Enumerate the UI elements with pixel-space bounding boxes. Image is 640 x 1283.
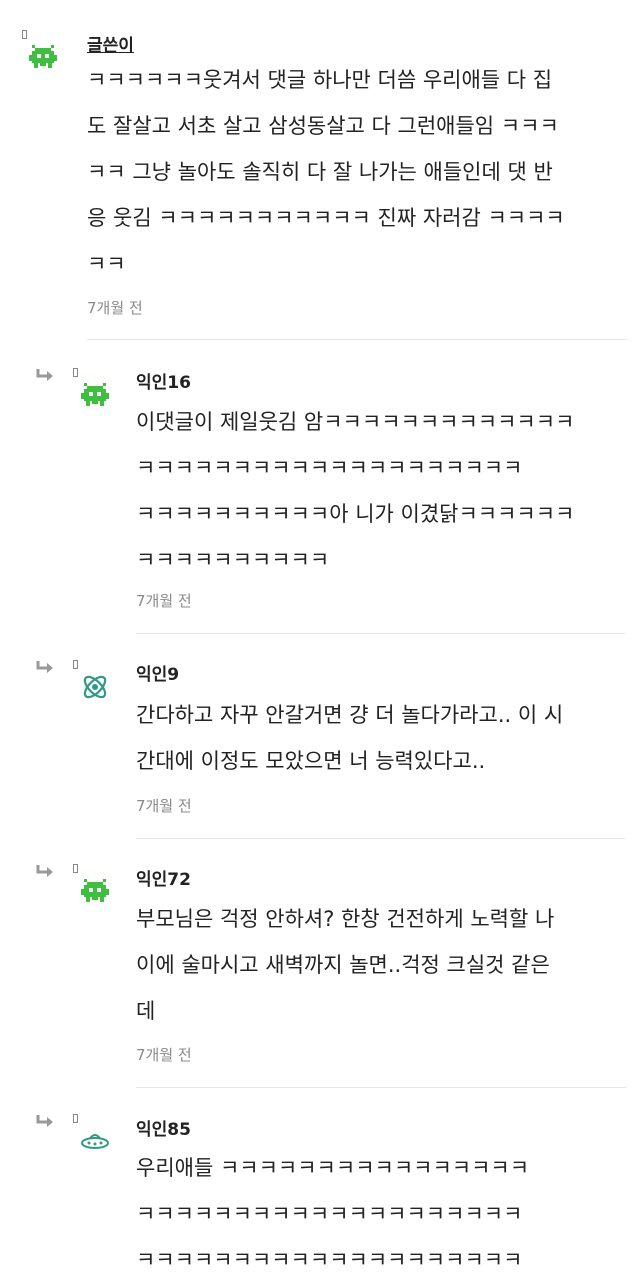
reply-author[interactable]: 익인9: [136, 660, 179, 685]
reply-arrow-icon: [36, 1114, 54, 1128]
reply-text: 이댓글이 제일웃김 암ㅋㅋㅋㅋㅋㅋㅋㅋㅋㅋㅋㅋㅋ ㅋㅋㅋㅋㅋㅋㅋㅋㅋㅋㅋㅋㅋㅋㅋ…: [136, 399, 626, 583]
marker-icon: [22, 30, 27, 39]
comment-line: ㅋㅋ 그냥 놀아도 솔직히 다 잘 나가는 애들인데 댓 반: [87, 160, 553, 184]
divider: [136, 838, 626, 839]
comment-line: 도 잘살고 서초 살고 삼성동살고 다 그런애들임 ㅋㅋㅋ: [87, 114, 559, 138]
comment-time: 7개월 전: [87, 299, 143, 317]
reply-author[interactable]: 익인85: [136, 1115, 191, 1140]
ufo-icon: [81, 1134, 109, 1149]
comment-line: ㅋㅋㅋㅋㅋㅋ웃겨서 댓글 하나만 더씀 우리애들 다 집: [87, 68, 553, 92]
marker-icon: [73, 1114, 78, 1123]
reply-author[interactable]: 익인16: [136, 368, 191, 393]
reply-line: ㅋㅋㅋㅋㅋㅋㅋㅋㅋㅋㅋㅋㅋㅋㅋㅋㅋㅋㅋㅋ: [136, 456, 523, 480]
marker-icon: [73, 660, 78, 669]
comment-line: 응 웃김 ㅋㅋㅋㅋㅋㅋㅋㅋㅋㅋㅋ 진짜 자러감 ㅋㅋㅋㅋ: [87, 206, 565, 230]
atom-icon: [83, 675, 107, 699]
reply-text: 우리애들 ㅋㅋㅋㅋㅋㅋㅋㅋㅋㅋㅋㅋㅋㅋㅋㅋ ㅋㅋㅋㅋㅋㅋㅋㅋㅋㅋㅋㅋㅋㅋㅋㅋㅋㅋ…: [136, 1145, 626, 1283]
comment-author[interactable]: 글쓴이: [87, 31, 134, 56]
marker-icon: [73, 368, 78, 377]
reply-author[interactable]: 익인72: [136, 865, 191, 890]
space-invader-icon: [81, 383, 109, 406]
comment-text: ㅋㅋㅋㅋㅋㅋ웃겨서 댓글 하나만 더씀 우리애들 다 집 도 잘살고 서초 살고…: [87, 57, 627, 287]
space-invader-icon: [81, 879, 109, 902]
reply-line: 데: [136, 999, 156, 1023]
reply-line: 우리애들 ㅋㅋㅋㅋㅋㅋㅋㅋㅋㅋㅋㅋㅋㅋㅋㅋ: [136, 1156, 530, 1180]
reply-time: 7개월 전: [136, 1046, 192, 1064]
reply-arrow-icon: [36, 660, 54, 674]
reply-line: 간다하고 자꾸 안갈거면 걍 더 놀다가라고.. 이 시: [136, 703, 564, 727]
marker-icon: [73, 864, 78, 873]
reply-line: 이에 술마시고 새벽까지 놀면..걱정 크실것 같은: [136, 953, 550, 977]
reply-line: 간대에 이정도 모았으면 너 능력있다고..: [136, 749, 486, 773]
reply-time: 7개월 전: [136, 797, 192, 815]
reply-arrow-icon: [36, 864, 54, 878]
reply-arrow-icon: [36, 368, 54, 382]
reply-text: 부모님은 걱정 안하셔? 한창 건전하게 노력할 나 이에 술마시고 새벽까지 …: [136, 896, 626, 1034]
reply-line: 부모님은 걱정 안하셔? 한창 건전하게 노력할 나: [136, 907, 555, 931]
reply-line: ㅋㅋㅋㅋㅋㅋㅋㅋㅋㅋㅋㅋㅋㅋㅋㅋㅋㅋㅋㅋ: [136, 1248, 523, 1272]
reply-line: ㅋㅋㅋㅋㅋㅋㅋㅋㅋㅋ아 니가 이겼닭ㅋㅋㅋㅋㅋㅋ: [136, 502, 575, 526]
reply-text: 간다하고 자꾸 안갈거면 걍 더 놀다가라고.. 이 시 간대에 이정도 모았으…: [136, 692, 626, 784]
comment-line: ㅋㅋ: [87, 252, 126, 276]
divider: [136, 633, 626, 634]
divider: [136, 1087, 626, 1088]
divider: [87, 339, 627, 340]
reply-line: ㅋㅋㅋㅋㅋㅋㅋㅋㅋㅋㅋㅋㅋㅋㅋㅋㅋㅋㅋㅋ: [136, 1202, 523, 1226]
space-invader-icon: [29, 45, 57, 68]
reply-line: 이댓글이 제일웃김 암ㅋㅋㅋㅋㅋㅋㅋㅋㅋㅋㅋㅋㅋ: [136, 410, 575, 434]
reply-time: 7개월 전: [136, 592, 192, 610]
reply-line: ㅋㅋㅋㅋㅋㅋㅋㅋㅋㅋ: [136, 548, 330, 572]
